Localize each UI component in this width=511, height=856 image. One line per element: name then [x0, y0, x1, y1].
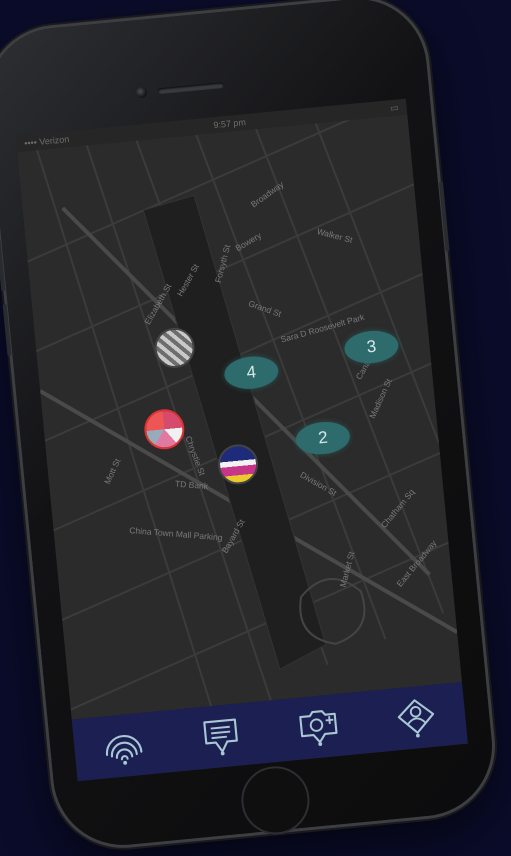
camera-plus-icon — [299, 710, 338, 746]
map-streets: Broadway Bowery Chrystie St Hester St Gr… — [17, 98, 462, 720]
battery-icon: ▭ — [389, 101, 399, 113]
clock-label: 9:57 pm — [212, 117, 247, 131]
user-icon — [397, 699, 435, 738]
tab-profile[interactable] — [386, 690, 447, 745]
carrier-label: •••• Verizon — [23, 134, 70, 149]
message-list-icon — [203, 718, 238, 756]
signal-icon — [105, 735, 143, 765]
app-screen: •••• Verizon 9:57 pm ▭ Broadway Bowery C… — [15, 98, 468, 782]
phone-device: •••• Verizon 9:57 pm ▭ Broadway Bowery C… — [0, 0, 499, 852]
map-view[interactable]: Broadway Bowery Chrystie St Hester St Gr… — [17, 98, 462, 720]
tab-add-photo[interactable] — [288, 699, 349, 754]
tab-nearby[interactable] — [93, 718, 154, 773]
tab-feed[interactable] — [191, 709, 252, 764]
